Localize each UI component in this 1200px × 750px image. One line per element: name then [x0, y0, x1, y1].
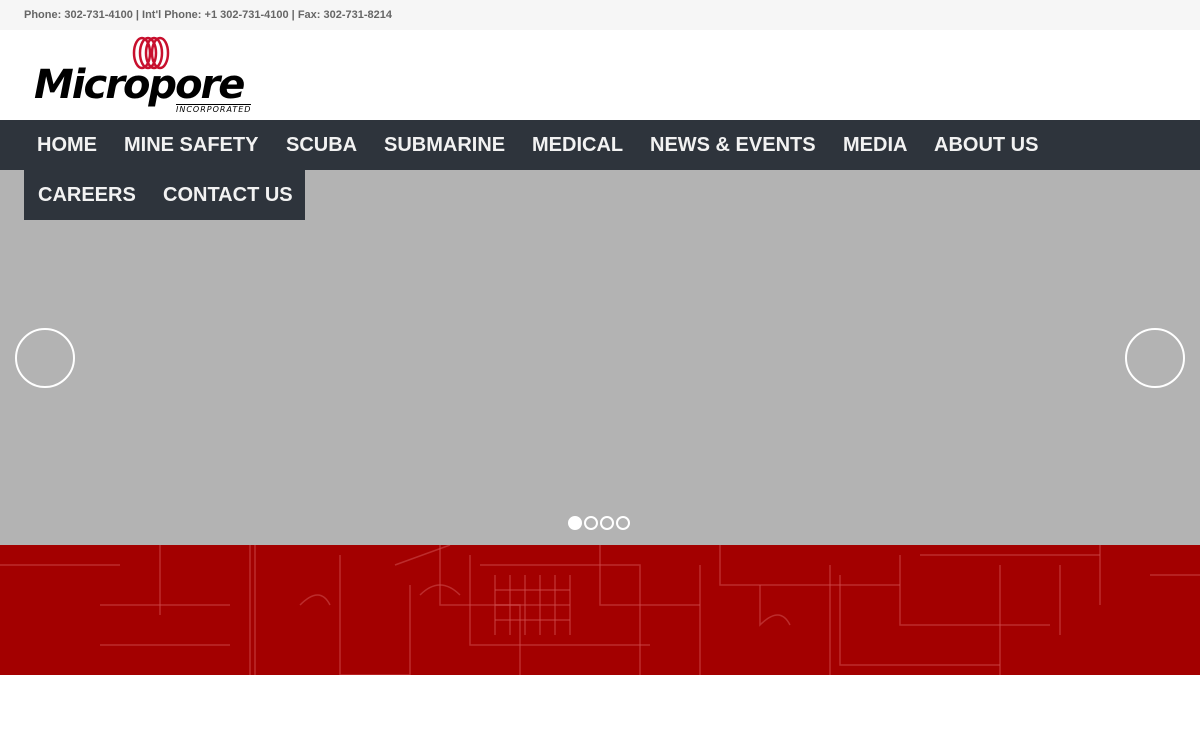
nav-submarine[interactable]: SUBMARINE — [384, 120, 505, 170]
main-navigation-row-2: CAREERS CONTACT US — [24, 170, 305, 220]
slider-dot-1[interactable] — [568, 516, 582, 530]
micropore-logo[interactable]: Micropore INCORPORATED — [34, 36, 274, 116]
contact-info-bar: Phone: 302-731-4100 | Int'l Phone: +1 30… — [0, 0, 1200, 30]
nav-mine-safety[interactable]: MINE SAFETY — [124, 120, 258, 170]
nav-careers[interactable]: CAREERS — [38, 170, 136, 220]
slider-dot-2[interactable] — [584, 516, 598, 530]
slider-dot-3[interactable] — [600, 516, 614, 530]
nav-media[interactable]: MEDIA — [843, 120, 907, 170]
nav-medical[interactable]: MEDICAL — [532, 120, 623, 170]
logo-subtitle: INCORPORATED — [176, 104, 252, 114]
slider-dot-4[interactable] — [616, 516, 630, 530]
nav-news-events[interactable]: NEWS & EVENTS — [650, 120, 816, 170]
slider-next-button[interactable] — [1125, 328, 1185, 388]
nav-home[interactable]: HOME — [37, 120, 97, 170]
nav-about-us[interactable]: ABOUT US — [934, 120, 1038, 170]
nav-scuba[interactable]: SCUBA — [286, 120, 357, 170]
slider-pagination — [568, 516, 634, 532]
logo-wordmark: Micropore — [34, 62, 245, 108]
main-navigation: HOME MINE SAFETY SCUBA SUBMARINE MEDICAL… — [0, 120, 1200, 170]
nav-contact-us[interactable]: CONTACT US — [163, 170, 293, 220]
blueprint-pattern-image — [0, 545, 1200, 675]
contact-info-text: Phone: 302-731-4100 | Int'l Phone: +1 30… — [24, 9, 392, 21]
site-header: Micropore INCORPORATED — [0, 30, 1200, 120]
hero-slider — [0, 170, 1200, 545]
blueprint-banner — [0, 545, 1200, 675]
slider-prev-button[interactable] — [15, 328, 75, 388]
